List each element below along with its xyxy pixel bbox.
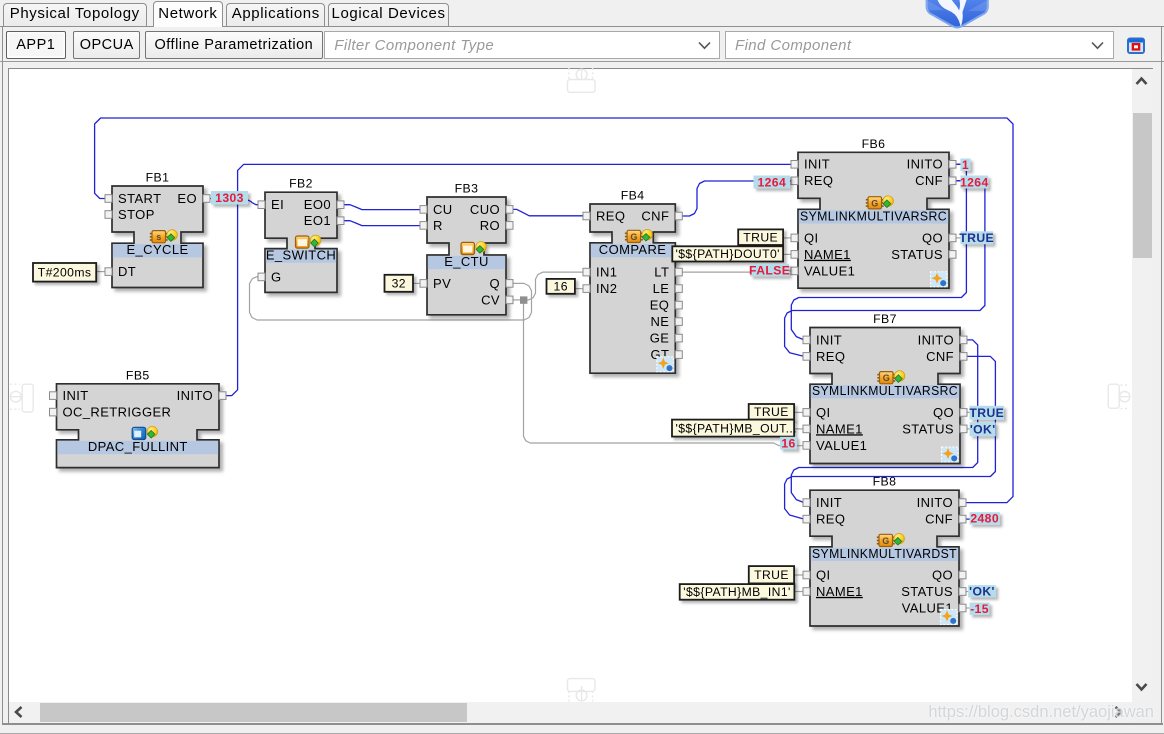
svg-text:TRUE: TRUE bbox=[743, 231, 778, 245]
svg-text:CNF: CNF bbox=[915, 173, 943, 188]
svg-text:EO1: EO1 bbox=[304, 213, 331, 228]
svg-text:CNF: CNF bbox=[641, 208, 669, 223]
svg-text:CNF: CNF bbox=[926, 349, 954, 364]
svg-text:CV: CV bbox=[481, 292, 500, 307]
svg-text:NE: NE bbox=[650, 314, 669, 329]
svg-text:INIT: INIT bbox=[63, 388, 89, 403]
svg-text:TRUE: TRUE bbox=[959, 231, 994, 245]
svg-text:DPAC_FULLINT: DPAC_FULLINT bbox=[88, 439, 188, 454]
svg-text:-15: -15 bbox=[970, 602, 989, 616]
svg-text:32: 32 bbox=[392, 277, 406, 291]
svg-text:INITO: INITO bbox=[907, 157, 943, 172]
svg-text:PV: PV bbox=[433, 276, 451, 291]
svg-text:SYMLINKMULTIVARSRC: SYMLINKMULTIVARSRC bbox=[812, 383, 958, 398]
svg-text:QI: QI bbox=[816, 567, 831, 582]
svg-text:'$${PATH}MB_OUT...: '$${PATH}MB_OUT... bbox=[676, 421, 798, 435]
svg-text:'OK': 'OK' bbox=[970, 423, 996, 437]
svg-text:NAME1: NAME1 bbox=[816, 421, 863, 436]
svg-text:INITO: INITO bbox=[918, 332, 954, 347]
svg-text:CNF: CNF bbox=[925, 512, 953, 527]
svg-text:INITO: INITO bbox=[177, 388, 213, 403]
svg-text:1: 1 bbox=[962, 158, 969, 172]
svg-text:QO: QO bbox=[933, 405, 954, 420]
svg-text:E_CTU: E_CTU bbox=[444, 254, 489, 269]
svg-text:R: R bbox=[433, 218, 443, 233]
svg-text:CUO: CUO bbox=[470, 202, 500, 217]
svg-text:STATUS: STATUS bbox=[902, 421, 954, 436]
svg-text:E_SWITCH: E_SWITCH bbox=[266, 248, 336, 263]
svg-text:FB6: FB6 bbox=[862, 137, 886, 151]
svg-text:GE: GE bbox=[650, 331, 670, 346]
svg-text:'$${PATH}DOUT0': '$${PATH}DOUT0' bbox=[676, 247, 780, 261]
svg-text:INITO: INITO bbox=[917, 495, 953, 510]
svg-text:G: G bbox=[271, 269, 282, 284]
svg-text:G: G bbox=[882, 536, 889, 546]
svg-text:RO: RO bbox=[480, 218, 500, 233]
svg-text:STATUS: STATUS bbox=[891, 247, 943, 262]
svg-text:EO0: EO0 bbox=[304, 197, 331, 212]
svg-text:TRUE: TRUE bbox=[754, 568, 789, 582]
svg-text:DT: DT bbox=[118, 264, 136, 279]
svg-text:INIT: INIT bbox=[804, 157, 830, 172]
svg-text:SYMLINKMULTIVARSRC: SYMLINKMULTIVARSRC bbox=[800, 208, 947, 223]
svg-text:1264: 1264 bbox=[757, 175, 786, 189]
svg-text:G: G bbox=[871, 198, 878, 208]
svg-text:Q: Q bbox=[489, 276, 500, 291]
svg-text:STOP: STOP bbox=[118, 207, 155, 222]
svg-text:TRUE: TRUE bbox=[754, 405, 789, 419]
svg-text:TRUE: TRUE bbox=[969, 406, 1004, 420]
svg-text:VALUE1: VALUE1 bbox=[804, 263, 855, 278]
svg-text:T#200ms: T#200ms bbox=[38, 266, 92, 280]
svg-text:EO: EO bbox=[177, 191, 197, 206]
svg-text:QI: QI bbox=[804, 230, 819, 245]
svg-text:2480: 2480 bbox=[970, 512, 999, 526]
svg-text:QO: QO bbox=[932, 567, 953, 582]
svg-text:REQ: REQ bbox=[816, 512, 845, 527]
svg-text:EQ: EQ bbox=[650, 298, 670, 313]
svg-text:G: G bbox=[883, 373, 890, 383]
svg-text:VALUE1: VALUE1 bbox=[816, 438, 867, 453]
svg-text:QO: QO bbox=[922, 230, 943, 245]
svg-text:REQ: REQ bbox=[804, 173, 833, 188]
svg-text:INIT: INIT bbox=[816, 332, 842, 347]
svg-text:LE: LE bbox=[653, 281, 670, 296]
svg-text:NAME1: NAME1 bbox=[804, 247, 851, 262]
svg-text:'$${PATH}MB_IN1': '$${PATH}MB_IN1' bbox=[683, 585, 790, 599]
svg-text:STATUS: STATUS bbox=[901, 584, 953, 599]
svg-text:FB2: FB2 bbox=[289, 177, 313, 191]
svg-text:'OK': 'OK' bbox=[969, 585, 995, 599]
svg-text:EI: EI bbox=[271, 197, 284, 212]
svg-text:START: START bbox=[118, 191, 161, 206]
svg-text:COMPARE: COMPARE bbox=[599, 242, 667, 257]
svg-text:LT: LT bbox=[654, 265, 669, 280]
svg-text:NAME1: NAME1 bbox=[816, 584, 863, 599]
svg-text:SYMLINKMULTIVARDST: SYMLINKMULTIVARDST bbox=[812, 546, 957, 561]
svg-text:FB4: FB4 bbox=[621, 189, 645, 203]
svg-text:CU: CU bbox=[433, 202, 453, 217]
svg-text:FB3: FB3 bbox=[455, 182, 479, 196]
svg-text:IN2: IN2 bbox=[596, 281, 617, 296]
svg-text:FB8: FB8 bbox=[873, 475, 897, 489]
svg-text:16: 16 bbox=[554, 280, 568, 294]
svg-text:FALSE: FALSE bbox=[749, 263, 790, 277]
svg-text:1303: 1303 bbox=[215, 191, 244, 205]
svg-text:OC_RETRIGGER: OC_RETRIGGER bbox=[63, 405, 172, 420]
svg-text:16: 16 bbox=[781, 436, 795, 450]
svg-text:INIT: INIT bbox=[816, 495, 842, 510]
svg-text:REQ: REQ bbox=[596, 208, 625, 223]
svg-text:FB5: FB5 bbox=[126, 368, 150, 382]
svg-text:FB7: FB7 bbox=[873, 312, 897, 326]
svg-text:IN1: IN1 bbox=[596, 265, 617, 280]
svg-text:G: G bbox=[630, 232, 637, 242]
svg-text:s: s bbox=[156, 232, 161, 242]
svg-text:FB1: FB1 bbox=[146, 171, 170, 185]
svg-text:REQ: REQ bbox=[816, 349, 845, 364]
svg-text:QI: QI bbox=[816, 405, 831, 420]
svg-text:E_CYCLE: E_CYCLE bbox=[126, 242, 188, 257]
svg-text:1264: 1264 bbox=[960, 175, 989, 189]
